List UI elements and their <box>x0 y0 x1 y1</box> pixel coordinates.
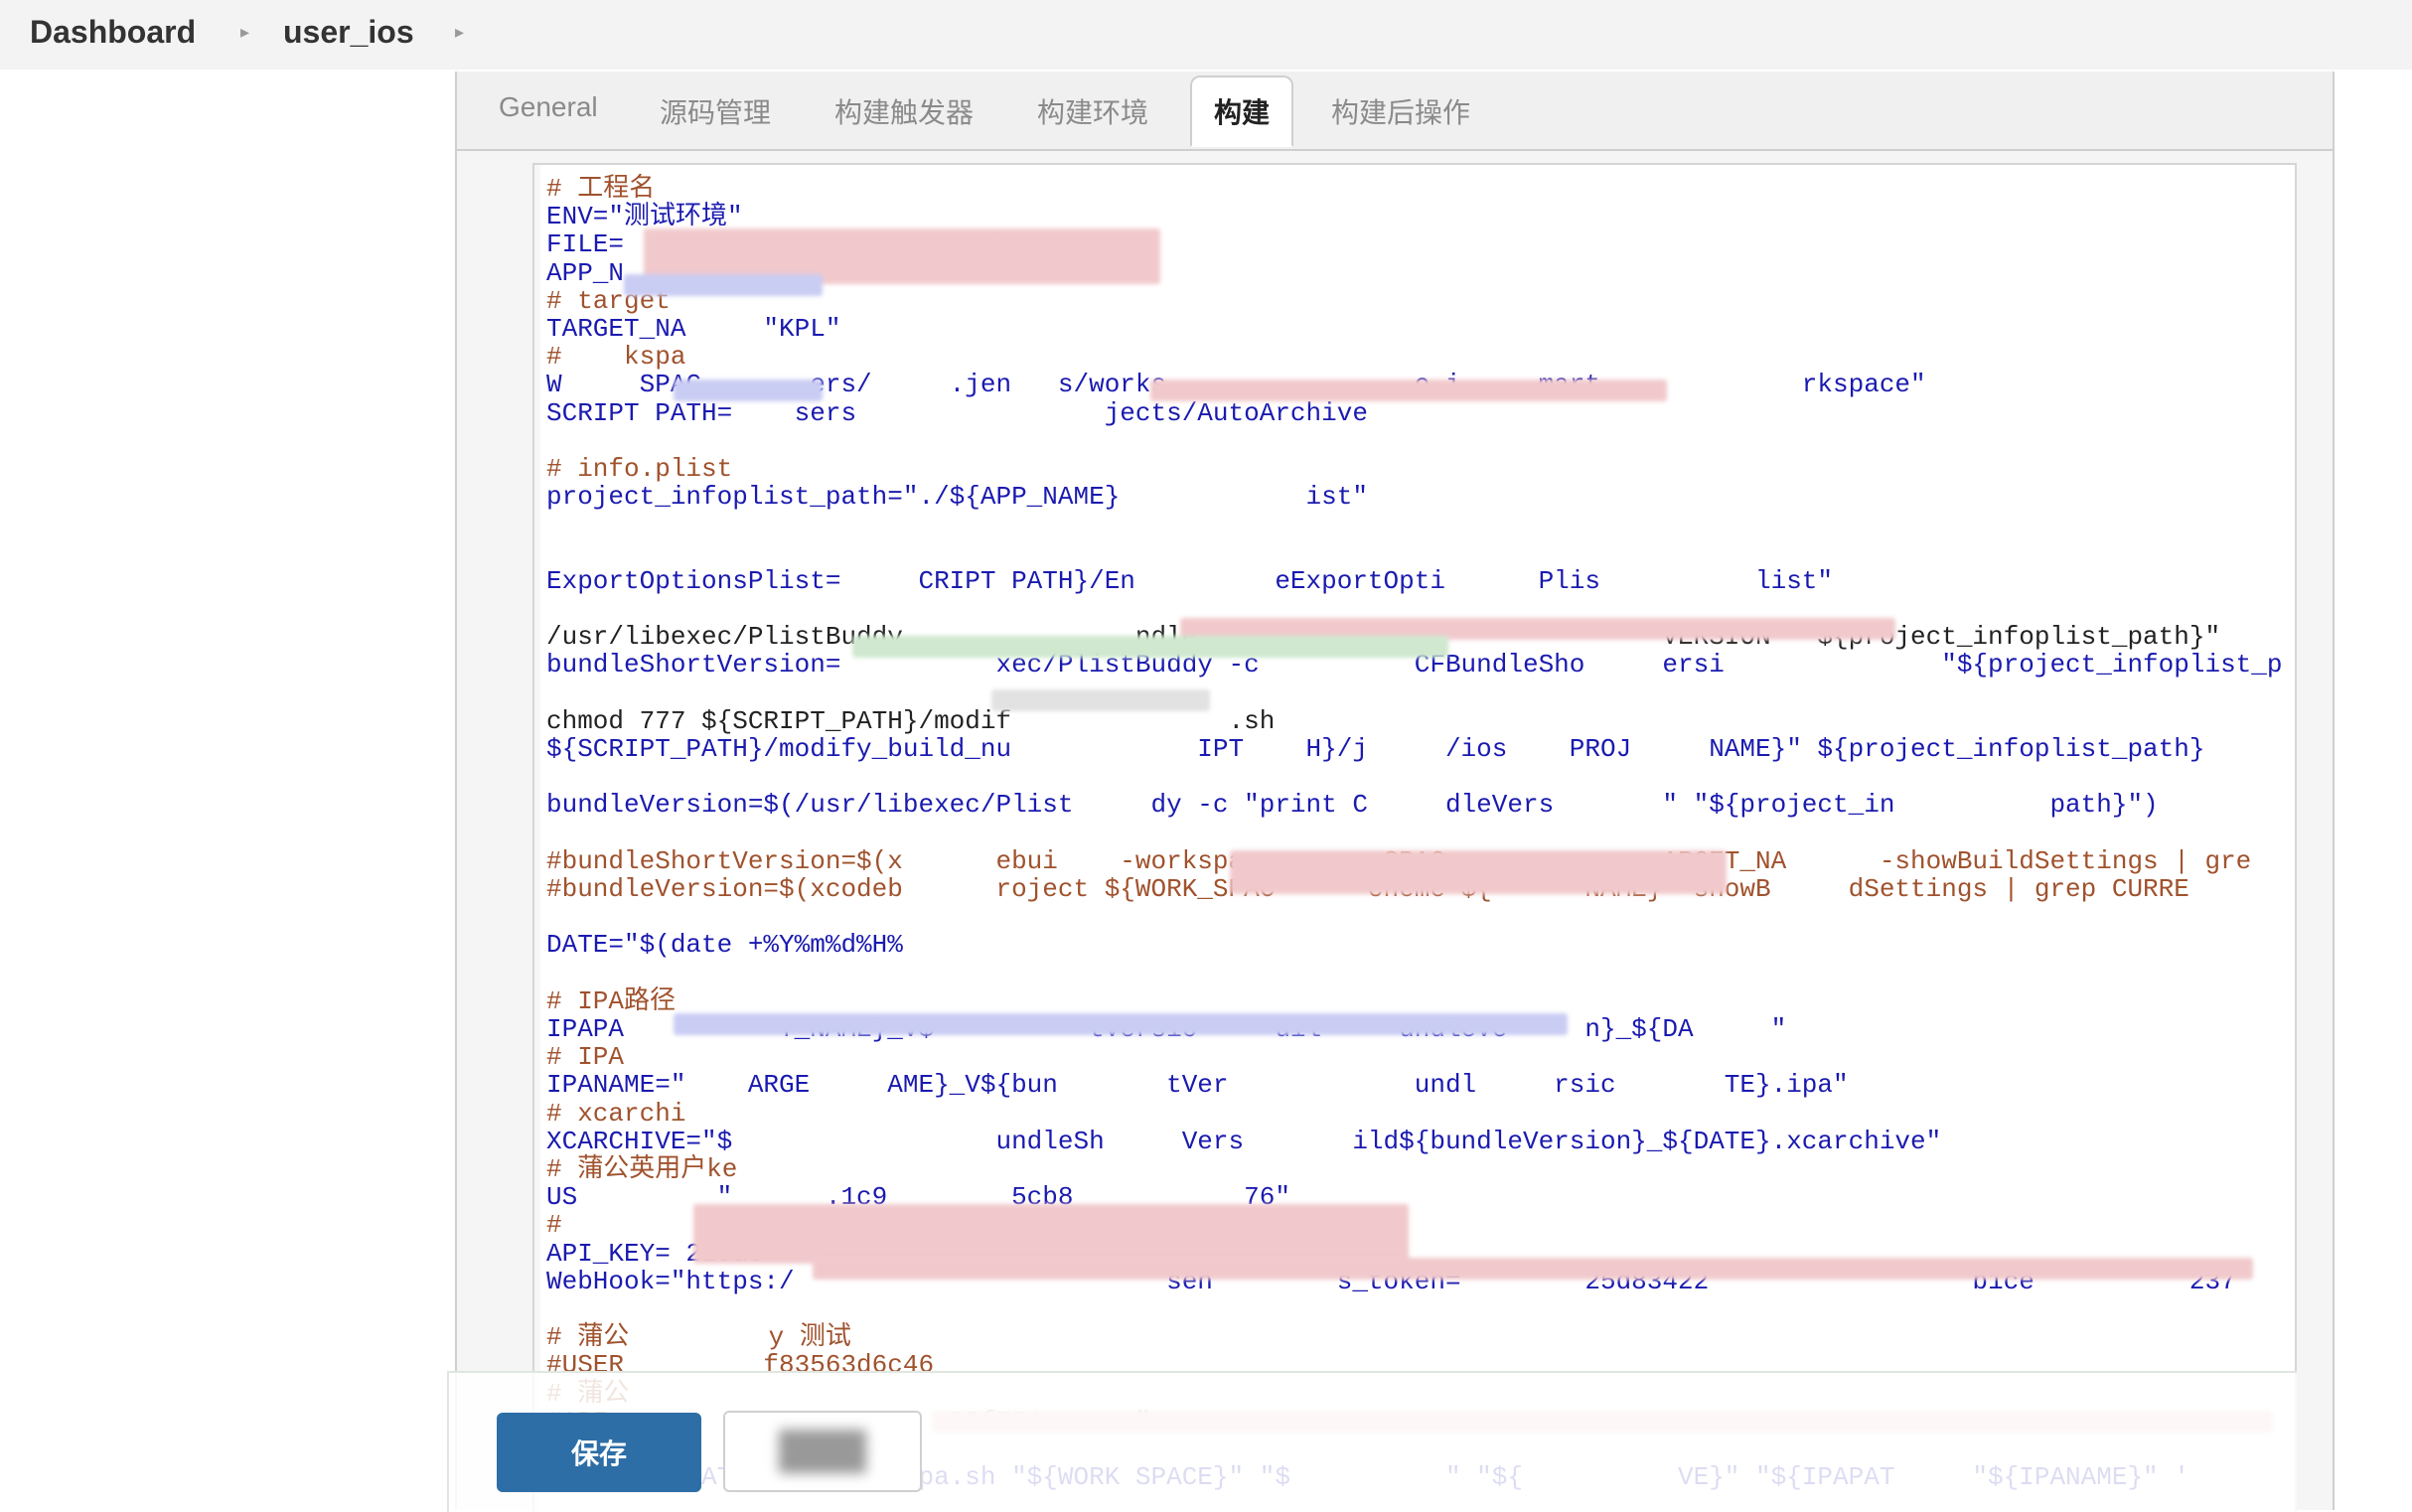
code-line: ENV="测试环境" <box>546 202 743 232</box>
config-panel: General 源码管理 构建触发器 构建环境 构建 构建后操作 # 工程名 EN… <box>455 72 2335 1512</box>
code-line: XCARCHIVE="$ undleSh Vers ild${bundleVer… <box>546 1126 1942 1156</box>
tab-post-build-actions[interactable]: 构建后操作 <box>1331 91 1470 131</box>
code-line: TARGET_NA "KPL" <box>546 314 841 344</box>
chevron-right-icon[interactable]: ▸ <box>240 22 249 43</box>
breadcrumb-dashboard-link[interactable]: Dashboard <box>30 14 196 51</box>
redaction-mask <box>674 1013 1568 1035</box>
shell-script-editor[interactable]: # 工程名ENV="测试环境"FILE= tudeAPP_N# targetTA… <box>532 163 2297 1512</box>
code-line: # <box>546 1210 562 1241</box>
tab-source-control[interactable]: 源码管理 <box>660 91 771 131</box>
redaction-mask <box>813 1258 2253 1280</box>
code-line: IPANAME=" ARGE AME}_V${bun tVer undl rsi… <box>546 1070 1849 1101</box>
tab-build[interactable]: 构建 <box>1190 76 1294 147</box>
code-line: DATE="$(date +%Y%m%d%H% <box>546 930 903 961</box>
redaction-mask <box>693 1204 1409 1264</box>
redaction-mask <box>1230 850 1727 894</box>
redaction-mask <box>624 274 823 296</box>
code-line: # xcarchi <box>546 1098 686 1129</box>
code-line: # 工程名 <box>546 174 656 204</box>
redaction-mask <box>991 689 1210 711</box>
config-tabs: General 源码管理 构建触发器 构建环境 构建 构建后操作 <box>457 72 2333 151</box>
code-line: # 蒲公英用户ke <box>546 1154 738 1184</box>
editor-gutter <box>534 165 540 1512</box>
code-line: SCRIPT PATH= sers jects/AutoArchive <box>546 397 1368 428</box>
code-line: project_infoplist_path="./${APP_NAME} is… <box>546 482 1368 513</box>
code-line: APP_N <box>546 257 625 288</box>
tab-build-triggers[interactable]: 构建触发器 <box>834 91 974 131</box>
code-line: # IPA路径 <box>546 985 677 1016</box>
code-line: # IPA <box>546 1042 625 1073</box>
tab-general[interactable]: General <box>499 91 598 131</box>
code-line: bundleVersion=$(/usr/libexec/Plist dy -c… <box>546 790 2159 821</box>
code-line: # 蒲公 y 测试 <box>546 1322 851 1353</box>
code-line: # kspa <box>546 342 686 373</box>
code-line: # info.plist <box>546 454 733 484</box>
breadcrumb: Dashboard ▸ user_ios ▸ <box>0 0 2412 70</box>
redaction-mask <box>674 379 823 401</box>
tab-build-environment[interactable]: 构建环境 <box>1037 91 1148 131</box>
redaction-mask <box>852 636 1448 658</box>
apply-button[interactable]: 应用 <box>723 1411 922 1492</box>
chevron-right-icon[interactable]: ▸ <box>455 22 464 43</box>
apply-button-label: 应用 <box>778 1430 866 1473</box>
redaction-mask <box>1150 379 1667 401</box>
save-button[interactable]: 保存 <box>497 1413 701 1492</box>
code-line: ExportOptionsPlist= CRIPT PATH}/En eExpo… <box>546 565 1834 596</box>
breadcrumb-job-link[interactable]: user_ios <box>283 14 414 51</box>
code-line: ${SCRIPT_PATH}/modify_build_nu IPT H}/j … <box>546 734 2205 764</box>
